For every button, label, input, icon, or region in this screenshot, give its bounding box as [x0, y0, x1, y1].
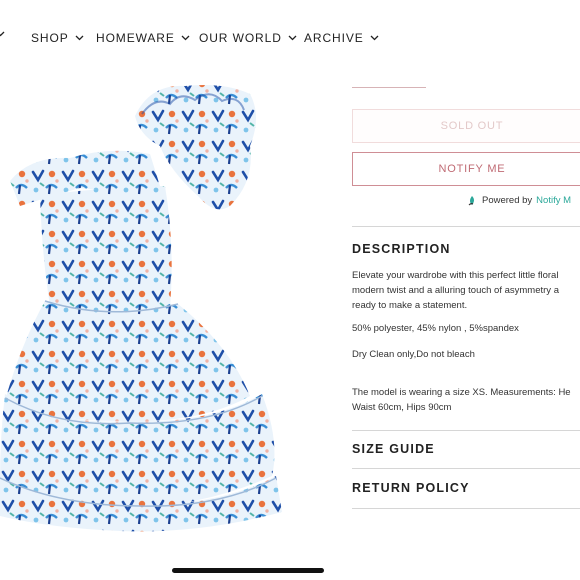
description-line: ready to make a statement.: [352, 300, 468, 311]
leaf-icon: [468, 196, 474, 206]
powered-by-text: Powered by: [482, 195, 533, 206]
powered-by-brand-link[interactable]: Notify M: [536, 195, 571, 206]
return-policy-heading[interactable]: RETURN POLICY: [352, 481, 470, 495]
chevron-down-icon: [75, 35, 84, 41]
chevron-down-icon: [181, 35, 190, 41]
composition-text: 50% polyester, 45% nylon , 5%spandex: [352, 323, 519, 334]
nav-item-label: SHOP: [31, 31, 69, 45]
chevron-down-icon: [288, 35, 297, 41]
nav-item-archive[interactable]: ARCHIVE: [304, 31, 379, 45]
divider: [352, 508, 580, 509]
notify-me-button[interactable]: NOTIFY ME: [352, 152, 580, 186]
description-line: modern twist and a alluring touch of asy…: [352, 285, 559, 296]
description-line: Elevate your wardrobe with this perfect …: [352, 270, 559, 281]
chevron-down-icon: [0, 31, 5, 37]
notify-me-label: NOTIFY ME: [438, 163, 506, 175]
description-heading[interactable]: DESCRIPTION: [352, 242, 451, 256]
quantity-selector[interactable]: [352, 70, 426, 88]
nav-item-our-world[interactable]: OUR WORLD: [199, 31, 297, 45]
size-guide-heading[interactable]: SIZE GUIDE: [352, 442, 435, 456]
nav-item-label: HOMEWARE: [96, 31, 175, 45]
care-text: Dry Clean only,Do not bleach: [352, 349, 475, 360]
nav-item-shop[interactable]: SHOP: [31, 31, 84, 45]
nav-item-label: OUR WORLD: [199, 31, 282, 45]
divider: [352, 430, 580, 431]
model-info-text: The model is wearing a size XS. Measurem…: [352, 385, 580, 415]
description-text: Elevate your wardrobe with this perfect …: [352, 268, 580, 313]
powered-by: Powered by Notify M: [467, 195, 571, 206]
nav-item-homeware[interactable]: HOMEWARE: [96, 31, 190, 45]
sold-out-label: SOLD OUT: [440, 120, 504, 132]
divider: [352, 468, 580, 469]
nav-item-partial[interactable]: [0, 31, 5, 37]
sold-out-button: SOLD OUT: [352, 109, 580, 143]
nav-item-label: ARCHIVE: [304, 31, 364, 45]
divider: [352, 226, 580, 227]
product-image[interactable]: [0, 76, 320, 536]
home-indicator: [172, 568, 324, 573]
model-info-line: Waist 60cm, Hips 90cm: [352, 402, 452, 413]
top-nav: SHOP HOMEWARE OUR WORLD ARCHIVE: [0, 0, 580, 76]
chevron-down-icon: [370, 35, 379, 41]
model-info-line: The model is wearing a size XS. Measurem…: [352, 387, 571, 398]
